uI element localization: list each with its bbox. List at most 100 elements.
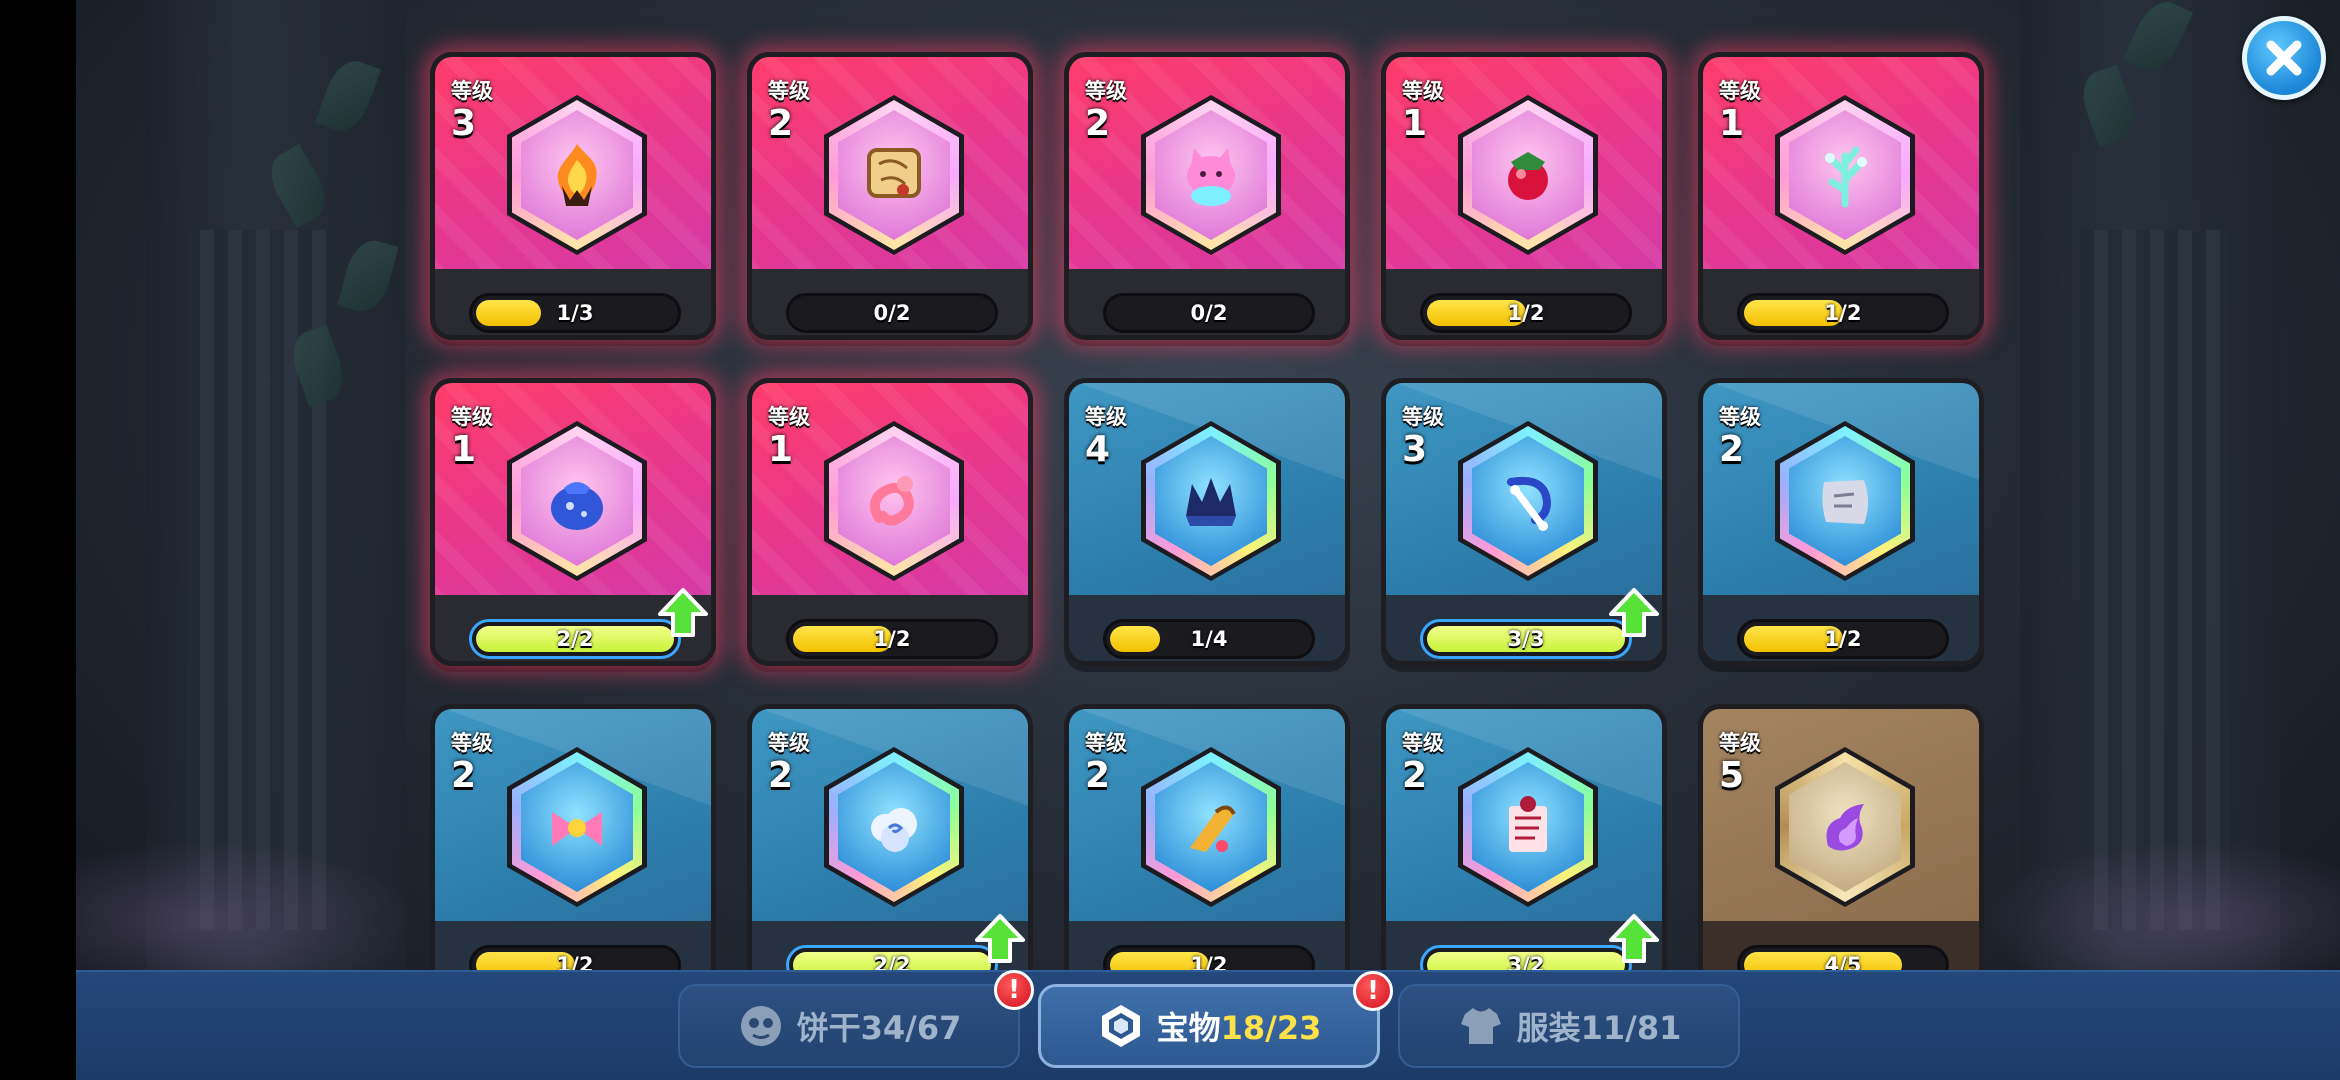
treasure-card[interactable]: 等级 4 1/4 xyxy=(1064,378,1350,666)
notification-badge: ! xyxy=(994,970,1034,1010)
tab-count: 34/67 xyxy=(860,1009,962,1047)
level-number: 3 xyxy=(451,103,477,144)
treasure-card[interactable]: 等级 2 1/2 xyxy=(1698,378,1984,666)
level-label: 等级 xyxy=(1085,405,1127,429)
level-number: 2 xyxy=(1085,755,1111,796)
treasure-card[interactable]: 等级 2 1/2 xyxy=(430,704,716,992)
level-label: 等级 xyxy=(1719,731,1761,755)
progress-bar: 2/2 xyxy=(469,619,681,659)
progress-text: 0/2 xyxy=(873,301,911,325)
berry-icon xyxy=(1508,152,1548,200)
treasure-card[interactable]: 等级 1 2/2 xyxy=(430,378,716,666)
progress-text: 1/3 xyxy=(556,301,594,325)
treasure-hexagon-icon xyxy=(1101,1005,1140,1047)
treasure-card[interactable]: 等级 1 1/2 xyxy=(1698,52,1984,340)
level-number: 5 xyxy=(1719,755,1745,796)
level-label: 等级 xyxy=(1402,79,1444,103)
progress-bar: 1/2 xyxy=(786,619,998,659)
upgrade-arrow-icon xyxy=(1609,588,1659,637)
treasure-card[interactable]: 等级 2 2/2 xyxy=(747,704,1033,992)
progress-bar: 0/2 xyxy=(1103,293,1315,333)
cookie-icon xyxy=(740,1006,781,1046)
progress-text: 0/2 xyxy=(1190,301,1228,325)
progress-text: 2/2 xyxy=(556,627,594,651)
progress-bar: 0/2 xyxy=(786,293,998,333)
level-label: 等级 xyxy=(1402,405,1444,429)
progress-bar: 3/3 xyxy=(1420,619,1632,659)
progress-text: 1/2 xyxy=(873,627,911,651)
jelly-cat-icon xyxy=(1187,148,1235,206)
tab-count: 11/81 xyxy=(1580,1009,1682,1047)
level-label: 等级 xyxy=(451,405,493,429)
tab-cookies[interactable]: 饼干34/67 ! xyxy=(678,970,1034,1068)
purple-flame-icon xyxy=(1826,804,1864,851)
close-button[interactable] xyxy=(2242,16,2326,100)
level-number: 2 xyxy=(1085,103,1111,144)
level-label: 等级 xyxy=(451,79,493,103)
bone-hook-icon xyxy=(1507,477,1552,531)
pink-bow-icon xyxy=(552,812,602,846)
fire-crystal-icon xyxy=(557,144,597,206)
red-letter-icon xyxy=(1509,796,1547,852)
close-icon xyxy=(2266,40,2302,76)
level-number: 1 xyxy=(1719,103,1745,144)
level-label: 等级 xyxy=(1085,79,1127,103)
treasure-card[interactable]: 等级 2 1/2 xyxy=(1064,704,1350,992)
right-pillar-decoration xyxy=(2080,230,2230,930)
notification-badge: ! xyxy=(1353,971,1393,1011)
treasure-card[interactable]: 等级 2 3/2 xyxy=(1381,704,1667,992)
treasure-card[interactable]: 等级 2 0/2 xyxy=(747,52,1033,340)
progress-bar: 1/4 xyxy=(1103,619,1315,659)
treasure-card[interactable]: 等级 1 1/2 xyxy=(747,378,1033,666)
level-number: 2 xyxy=(768,755,794,796)
tab-label: 宝物 xyxy=(1156,1009,1221,1047)
progress-text: 1/2 xyxy=(1824,627,1862,651)
treasure-card[interactable]: 等级 1 1/2 xyxy=(1381,52,1667,340)
level-number: 1 xyxy=(451,429,477,470)
level-number: 2 xyxy=(768,103,794,144)
tab-costumes[interactable]: 服装11/81 xyxy=(1398,984,1740,1068)
treasure-card[interactable]: 等级 5 4/5 xyxy=(1698,704,1984,992)
level-number: 3 xyxy=(1402,429,1428,470)
progress-text: 1/4 xyxy=(1190,627,1228,651)
progress-text: 1/2 xyxy=(1507,301,1545,325)
upgrade-arrow-icon xyxy=(1609,914,1659,963)
level-label: 等级 xyxy=(768,79,810,103)
level-label: 等级 xyxy=(768,731,810,755)
treasure-card[interactable]: 等级 2 0/2 xyxy=(1064,52,1350,340)
dark-crown-icon xyxy=(1186,478,1236,526)
level-number: 1 xyxy=(1402,103,1428,144)
progress-bar: 1/2 xyxy=(1737,293,1949,333)
shirt-icon xyxy=(1460,1008,1501,1044)
progress-bar: 1/2 xyxy=(1737,619,1949,659)
tab-treasures[interactable]: 宝物18/23 ! xyxy=(1038,971,1393,1068)
cloud-spirit-icon xyxy=(871,808,917,852)
level-number: 1 xyxy=(768,429,794,470)
level-number: 2 xyxy=(451,755,477,796)
tab-label: 服装 xyxy=(1516,1009,1581,1047)
level-label: 等级 xyxy=(1719,79,1761,103)
level-label: 等级 xyxy=(1719,405,1761,429)
scroll-icon xyxy=(1822,480,1868,524)
pink-flamingo-icon xyxy=(869,476,914,526)
treasure-card[interactable]: 等级 3 3/3 xyxy=(1381,378,1667,666)
upgrade-arrow-icon xyxy=(975,914,1025,963)
treasure-card[interactable]: 等级 3 1/3 xyxy=(430,52,716,340)
tab-count: 18/23 xyxy=(1220,1009,1322,1047)
level-label: 等级 xyxy=(451,731,493,755)
blue-pouch-icon xyxy=(551,482,603,530)
level-label: 等级 xyxy=(1085,731,1127,755)
progress-text: 3/3 xyxy=(1507,627,1545,651)
treasure-map-icon xyxy=(867,148,921,198)
ice-branch-icon xyxy=(1825,146,1867,208)
progress-bar: 1/2 xyxy=(1420,293,1632,333)
progress-text: 1/2 xyxy=(1824,301,1862,325)
bottom-tab-bar: 饼干34/67 ! 宝物18/23 ! 服装11/81 xyxy=(76,970,2340,1080)
level-number: 2 xyxy=(1402,755,1428,796)
level-label: 等级 xyxy=(1402,731,1444,755)
level-number: 4 xyxy=(1085,429,1111,470)
upgrade-arrow-icon xyxy=(658,588,708,637)
tab-label: 饼干 xyxy=(796,1009,861,1047)
treasure-grid: 等级 3 1/3 等级 2 0/2 等级 2 0/2 等级 1 1/2 等级 1 1/2 等级 1 2/2 等级 1 1… xyxy=(430,52,1984,992)
level-label: 等级 xyxy=(768,405,810,429)
